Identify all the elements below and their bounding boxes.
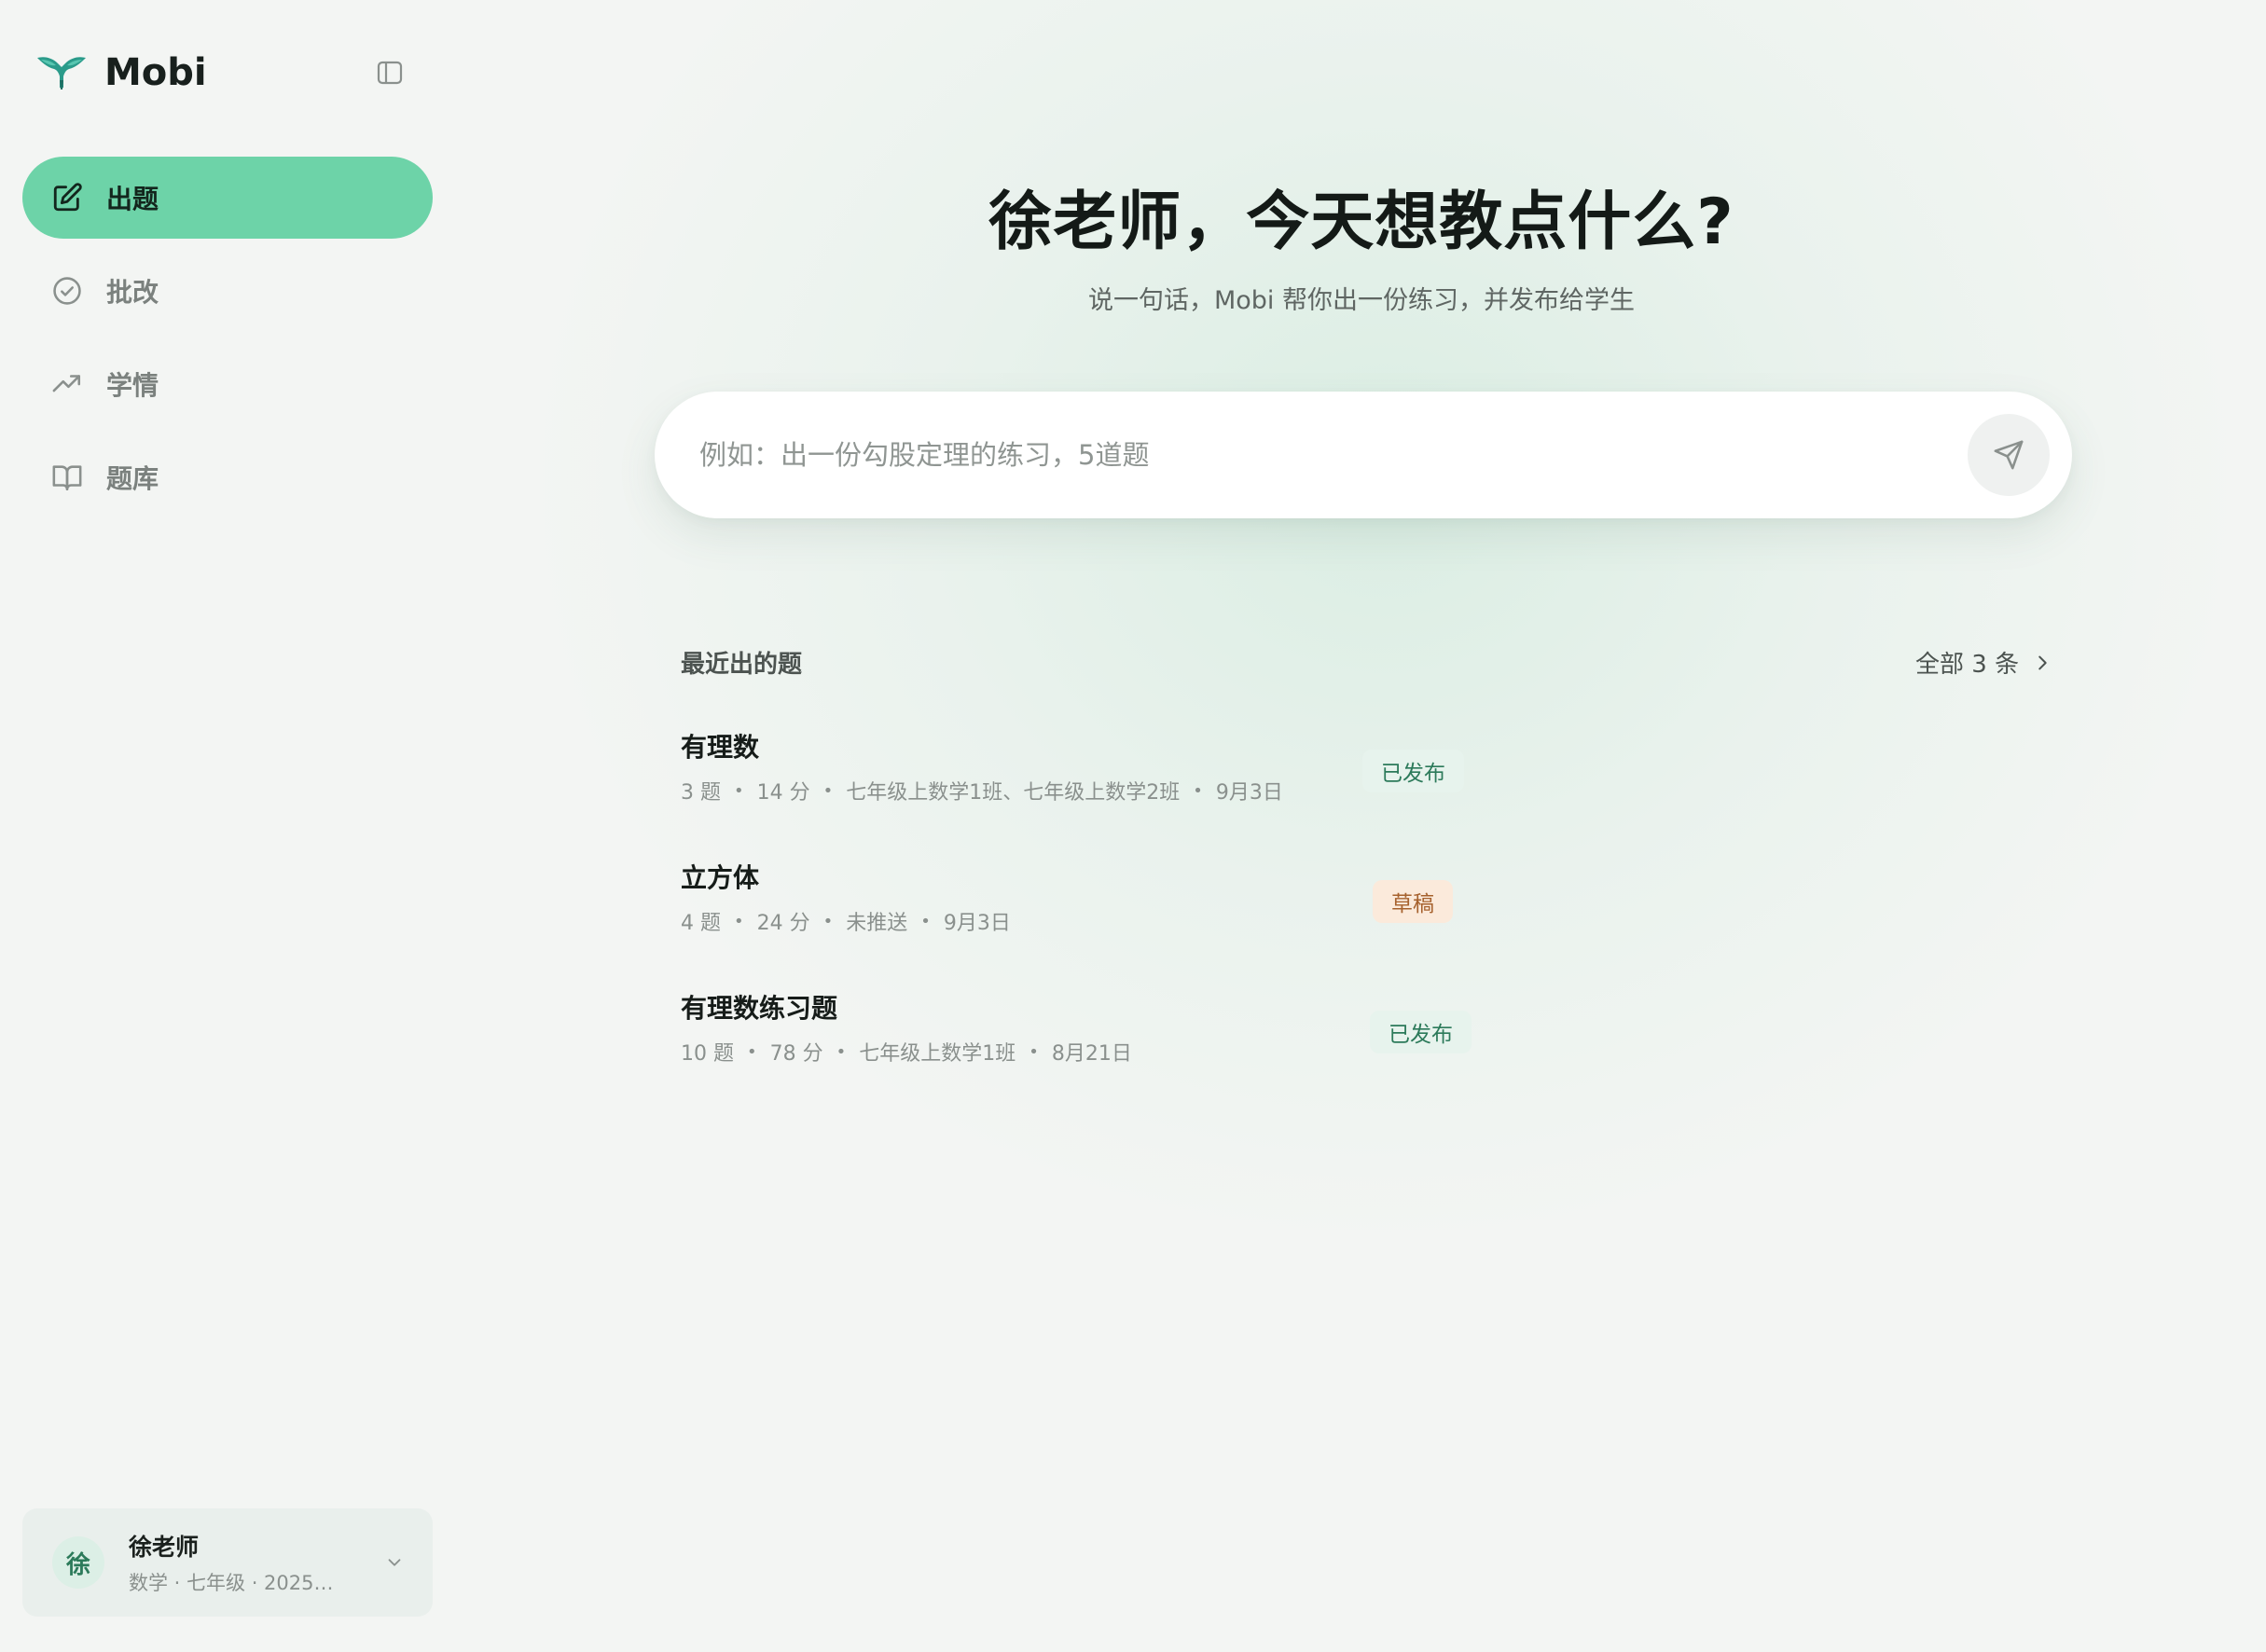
item-target: 未推送 bbox=[846, 912, 908, 935]
item-date: 9月3日 bbox=[943, 912, 1011, 935]
user-name: 徐老师 bbox=[129, 1534, 200, 1561]
item-questions: 4 题 bbox=[681, 912, 721, 935]
item-questions: 10 题 bbox=[681, 1042, 734, 1066]
sidebar-item-label: 出题 bbox=[106, 184, 159, 214]
item-date: 8月21日 bbox=[1051, 1042, 1132, 1066]
sidebar-item-create[interactable]: 出题 bbox=[22, 157, 433, 239]
item-points: 78 分 bbox=[769, 1042, 823, 1066]
avatar: 徐 bbox=[52, 1536, 104, 1589]
user-profile-card[interactable]: 徐 徐老师 数学 · 七年级 · 2025… bbox=[22, 1508, 433, 1617]
whale-tail-logo-icon bbox=[37, 57, 86, 89]
sidebar-nav: 出题 批改 学情 题库 bbox=[22, 157, 433, 530]
prompt-box bbox=[655, 392, 2072, 518]
page-subtitle: 说一句话，Mobi 帮你出一份练习，并发布给学生 bbox=[1087, 286, 1636, 315]
sidebar: Mobi 出题 批改 学情 题库 徐 徐老师 数学 · 七年级 · 2025… bbox=[0, 0, 457, 1652]
brand-name: Mobi bbox=[104, 51, 207, 94]
brand[interactable]: Mobi bbox=[35, 45, 207, 101]
item-target: 七年级上数学1班、七年级上数学2班 bbox=[846, 781, 1181, 805]
list-item[interactable]: 立方体 4 题 • 24 分 • 未推送 • 9月3日 草稿 bbox=[681, 858, 1753, 988]
list-item[interactable]: 有理数练习题 10 题 • 78 分 • 七年级上数学1班 • 8月21日 已发… bbox=[681, 988, 1753, 1119]
recent-list: 有理数 3 题 • 14 分 • 七年级上数学1班、七年级上数学2班 • 9月3… bbox=[681, 727, 1753, 1119]
item-points: 14 分 bbox=[756, 781, 810, 805]
item-date: 9月3日 bbox=[1215, 781, 1283, 805]
prompt-input[interactable] bbox=[655, 392, 1968, 518]
edit-icon bbox=[50, 181, 84, 214]
page-title: 徐老师，今天想教点什么? bbox=[988, 186, 1734, 259]
trending-up-icon bbox=[50, 367, 84, 401]
chevron-down-icon[interactable] bbox=[380, 1549, 408, 1576]
sidebar-item-analytics[interactable]: 学情 bbox=[22, 343, 433, 425]
separator-dot: • bbox=[822, 780, 834, 801]
check-circle-icon bbox=[50, 274, 84, 308]
sidebar-panel-icon bbox=[377, 61, 403, 85]
item-title: 有理数练习题 bbox=[681, 993, 838, 1024]
sidebar-toggle-button[interactable] bbox=[373, 56, 407, 89]
user-info: 徐老师 数学 · 七年级 · 2025… bbox=[129, 1529, 380, 1596]
separator-dot: • bbox=[822, 911, 834, 931]
send-icon bbox=[1994, 440, 2024, 470]
separator-dot: • bbox=[734, 911, 744, 931]
status-badge: 已发布 bbox=[1370, 1011, 1472, 1053]
item-points: 24 分 bbox=[756, 912, 810, 935]
status-badge: 草稿 bbox=[1373, 880, 1453, 923]
separator-dot: • bbox=[920, 911, 931, 931]
list-item[interactable]: 有理数 3 题 • 14 分 • 七年级上数学1班、七年级上数学2班 • 9月3… bbox=[681, 727, 1753, 858]
sidebar-item-label: 批改 bbox=[106, 277, 159, 308]
item-title: 立方体 bbox=[681, 862, 760, 893]
item-meta: 4 题 • 24 分 • 未推送 • 9月3日 bbox=[681, 906, 1753, 936]
sidebar-item-label: 题库 bbox=[106, 463, 159, 494]
view-all-link[interactable]: 全部 3 条 bbox=[1915, 645, 2054, 680]
separator-dot: • bbox=[1193, 780, 1203, 801]
book-open-icon bbox=[50, 461, 84, 494]
separator-dot: • bbox=[836, 1041, 847, 1062]
user-meta: 数学 · 七年级 · 2025… bbox=[129, 1572, 334, 1594]
send-button[interactable] bbox=[1968, 414, 2050, 496]
view-all-label: 全部 3 条 bbox=[1915, 651, 2020, 679]
sidebar-item-label: 学情 bbox=[106, 370, 159, 401]
separator-dot: • bbox=[734, 780, 744, 801]
item-meta: 3 题 • 14 分 • 七年级上数学1班、七年级上数学2班 • 9月3日 bbox=[681, 776, 1753, 805]
sidebar-item-grading[interactable]: 批改 bbox=[22, 250, 433, 332]
item-meta: 10 题 • 78 分 • 七年级上数学1班 • 8月21日 bbox=[681, 1037, 1753, 1067]
item-title: 有理数 bbox=[681, 732, 760, 763]
main-content: 徐老师，今天想教点什么? 说一句话，Mobi 帮你出一份练习，并发布给学生 最近… bbox=[457, 0, 2266, 1652]
status-badge: 已发布 bbox=[1362, 750, 1464, 792]
item-questions: 3 题 bbox=[681, 781, 721, 805]
sidebar-item-question-bank[interactable]: 题库 bbox=[22, 436, 433, 518]
chevron-right-icon bbox=[2030, 651, 2054, 675]
recent-section-title: 最近出的题 bbox=[681, 651, 803, 679]
item-target: 七年级上数学1班 bbox=[859, 1042, 1016, 1066]
separator-dot: • bbox=[747, 1041, 757, 1062]
separator-dot: • bbox=[1029, 1041, 1039, 1062]
